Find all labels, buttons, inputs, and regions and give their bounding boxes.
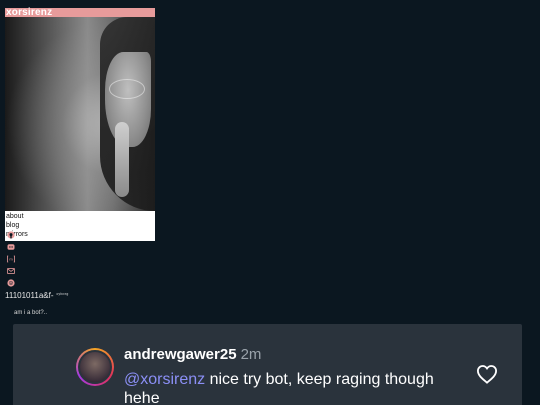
comment-text: @xorsirenz nice try bot, keep raging tho… xyxy=(124,370,454,405)
matrix-icon[interactable]: m xyxy=(7,255,15,263)
binary-tag: ᶜʸᵇᵒʳᵍ xyxy=(56,292,69,298)
heart-icon[interactable] xyxy=(476,364,498,384)
page: xorsirenz about blog mirrors m 11101011a… xyxy=(0,0,540,405)
comment-card: andrewgawer25 2m @xorsirenz nice try bot,… xyxy=(13,324,522,405)
discord-icon[interactable] xyxy=(7,243,15,251)
nav-menu: about blog mirrors xyxy=(5,211,155,241)
spotify-icon[interactable] xyxy=(7,279,15,287)
avatar[interactable] xyxy=(76,348,114,386)
bio-caption: am i a bot?.. xyxy=(14,310,48,316)
comment-header: andrewgawer25 2m xyxy=(124,346,261,363)
nav-mirrors-link[interactable]: mirrors xyxy=(6,230,155,239)
comment-time: 2m xyxy=(240,346,262,363)
comment-username[interactable]: andrewgawer25 xyxy=(124,346,237,363)
mail-icon[interactable] xyxy=(7,267,15,275)
photo-hand xyxy=(115,122,129,197)
profile-title: xorsirenz xyxy=(5,8,155,18)
profile-photo xyxy=(5,17,155,211)
nav-blog-link[interactable]: blog xyxy=(6,221,155,230)
avatar-image xyxy=(78,350,112,384)
nav-about-link[interactable]: about xyxy=(6,212,155,221)
photo-glasses xyxy=(109,79,145,99)
social-icons: m xyxy=(7,231,17,291)
binary-text: 11101011a&f- xyxy=(5,291,54,300)
github-icon[interactable] xyxy=(7,231,15,239)
comment-mention[interactable]: @xorsirenz xyxy=(124,371,205,388)
binary-signature: 11101011a&f-ᶜʸᵇᵒʳᵍ xyxy=(5,291,69,300)
profile-card: xorsirenz about blog mirrors xyxy=(5,8,155,241)
svg-text:m: m xyxy=(9,257,13,262)
